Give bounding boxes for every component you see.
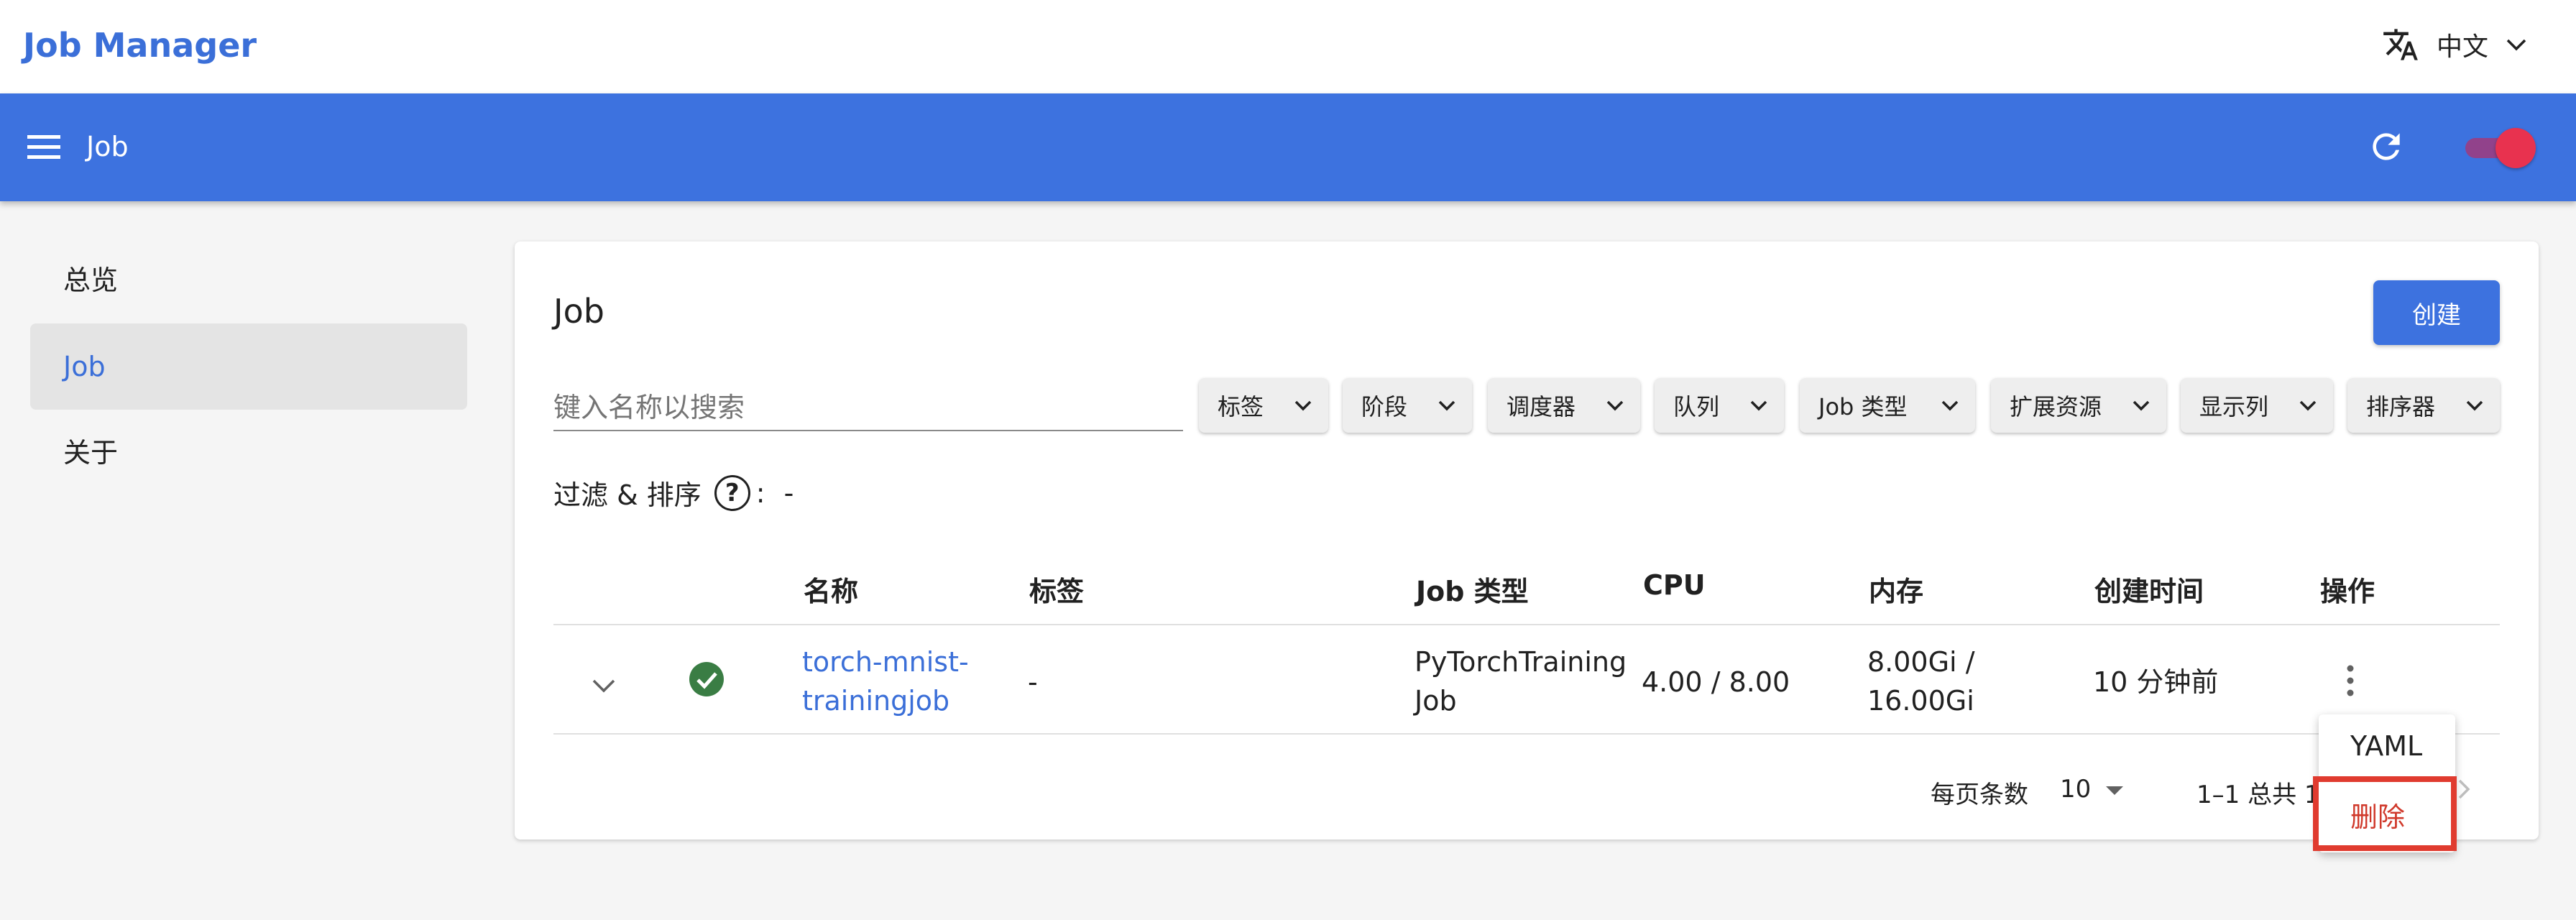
refresh-icon[interactable] bbox=[2366, 126, 2406, 167]
app-bar-title: Job bbox=[86, 131, 129, 162]
column-header-job-type[interactable]: Job 类型 bbox=[1416, 569, 1529, 609]
chevron-down-icon[interactable] bbox=[589, 671, 618, 700]
brand-title[interactable]: Job Manager bbox=[23, 26, 257, 65]
job-cpu: 4.00 / 8.00 bbox=[1642, 666, 1790, 698]
filter-extended-resources-button[interactable]: 扩展资源 bbox=[1991, 378, 2166, 433]
sidebar: 总览 Job 关于 bbox=[30, 237, 467, 496]
job-labels: - bbox=[1028, 666, 1038, 698]
delete-highlight-box bbox=[2313, 776, 2457, 851]
filter-label: 队列 bbox=[1673, 393, 1720, 420]
filter-sort-label: 过滤 & 排序 bbox=[553, 479, 702, 511]
menu-item-yaml[interactable]: YAML bbox=[2350, 730, 2422, 762]
column-header-actions: 操作 bbox=[2320, 576, 2375, 607]
filter-labels-button[interactable]: 标签 bbox=[1199, 378, 1328, 433]
filter-sort-value: - bbox=[783, 477, 794, 509]
filter-columns-button[interactable]: 显示列 bbox=[2181, 378, 2333, 433]
chevron-down-icon bbox=[1750, 400, 1767, 411]
language-selector[interactable]: 中文 bbox=[2382, 26, 2527, 63]
filter-label: Job 类型 bbox=[1818, 393, 1908, 420]
help-icon[interactable]: ? bbox=[714, 474, 750, 511]
job-type-line1: PyTorchTraining bbox=[1414, 646, 1627, 678]
job-name-line2: trainingjob bbox=[802, 685, 950, 717]
filter-sort-summary: 过滤 & 排序 ? : - bbox=[553, 473, 794, 512]
job-name-line1: torch-mnist- bbox=[802, 646, 969, 678]
chevron-down-icon bbox=[1606, 400, 1624, 411]
row-divider bbox=[553, 733, 2500, 735]
chevron-down-icon bbox=[1941, 400, 1959, 411]
filter-label: 显示列 bbox=[2199, 393, 2269, 420]
filter-scheduler-button[interactable]: 调度器 bbox=[1488, 378, 1640, 433]
job-type-line2: Job bbox=[1414, 685, 1457, 717]
language-label: 中文 bbox=[2436, 32, 2488, 62]
pagination-range: 1–1 总共 1 bbox=[2196, 781, 2320, 809]
job-memory: 8.00Gi / 16.00Gi bbox=[1867, 643, 1975, 720]
chevron-down-icon bbox=[2506, 39, 2526, 51]
theme-toggle[interactable] bbox=[2462, 126, 2537, 168]
column-header-labels[interactable]: 标签 bbox=[1029, 569, 1084, 609]
column-header-cpu[interactable]: CPU bbox=[1643, 569, 1706, 601]
filter-label: 阶段 bbox=[1361, 393, 1408, 420]
sidebar-item-overview[interactable]: 总览 bbox=[30, 237, 467, 323]
filter-label: 排序器 bbox=[2366, 393, 2436, 420]
chevron-right-icon[interactable] bbox=[2457, 778, 2471, 801]
filter-label: 扩展资源 bbox=[2010, 393, 2102, 420]
filter-label: 标签 bbox=[1218, 393, 1264, 420]
app-bar: Job bbox=[0, 93, 2576, 201]
filter-phase-button[interactable]: 阶段 bbox=[1343, 378, 1472, 433]
job-card: Job 创建 键入名称以搜索 标签 阶段 调度器 队列 Job 类型 扩展资源 … bbox=[515, 242, 2539, 840]
hamburger-menu-icon[interactable] bbox=[26, 134, 62, 161]
toggle-thumb bbox=[2496, 128, 2536, 168]
rows-per-page-select[interactable]: 10 bbox=[2060, 775, 2091, 804]
check-circle-icon bbox=[689, 662, 724, 696]
sidebar-item-about[interactable]: 关于 bbox=[30, 410, 467, 496]
filter-queue-button[interactable]: 队列 bbox=[1655, 378, 1784, 433]
filter-job-type-button[interactable]: Job 类型 bbox=[1800, 378, 1975, 433]
create-button[interactable]: 创建 bbox=[2373, 280, 2500, 345]
search-input[interactable]: 键入名称以搜索 bbox=[553, 377, 1183, 431]
more-vert-icon[interactable] bbox=[2342, 663, 2359, 699]
job-name-link[interactable]: torch-mnist- trainingjob bbox=[802, 643, 969, 720]
job-created: 10 分钟前 bbox=[2093, 666, 2219, 698]
chevron-down-icon bbox=[2299, 400, 2317, 411]
column-header-created[interactable]: 创建时间 bbox=[2094, 569, 2204, 609]
header-divider bbox=[553, 624, 2500, 625]
job-memory-line1: 8.00Gi / bbox=[1867, 646, 1975, 678]
page-title: Job bbox=[553, 292, 604, 331]
job-memory-line2: 16.00Gi bbox=[1867, 685, 1974, 717]
column-header-name[interactable]: 名称 bbox=[804, 569, 858, 609]
filter-label: 调度器 bbox=[1506, 393, 1576, 420]
caret-down-icon[interactable] bbox=[2106, 785, 2123, 796]
chevron-down-icon bbox=[2133, 400, 2150, 411]
chevron-down-icon bbox=[1294, 400, 1312, 411]
sidebar-item-job[interactable]: Job bbox=[30, 323, 467, 410]
top-bar: Job Manager 中文 bbox=[0, 0, 2576, 93]
job-type: PyTorchTraining Job bbox=[1414, 643, 1627, 720]
rows-per-page-label: 每页条数 bbox=[1931, 781, 2028, 809]
chevron-down-icon bbox=[1438, 400, 1455, 411]
filter-sorter-button[interactable]: 排序器 bbox=[2347, 378, 2500, 433]
column-header-memory[interactable]: 内存 bbox=[1869, 569, 1923, 609]
chevron-down-icon bbox=[2466, 400, 2483, 411]
translate-icon bbox=[2383, 29, 2418, 60]
colon: : bbox=[755, 477, 765, 509]
